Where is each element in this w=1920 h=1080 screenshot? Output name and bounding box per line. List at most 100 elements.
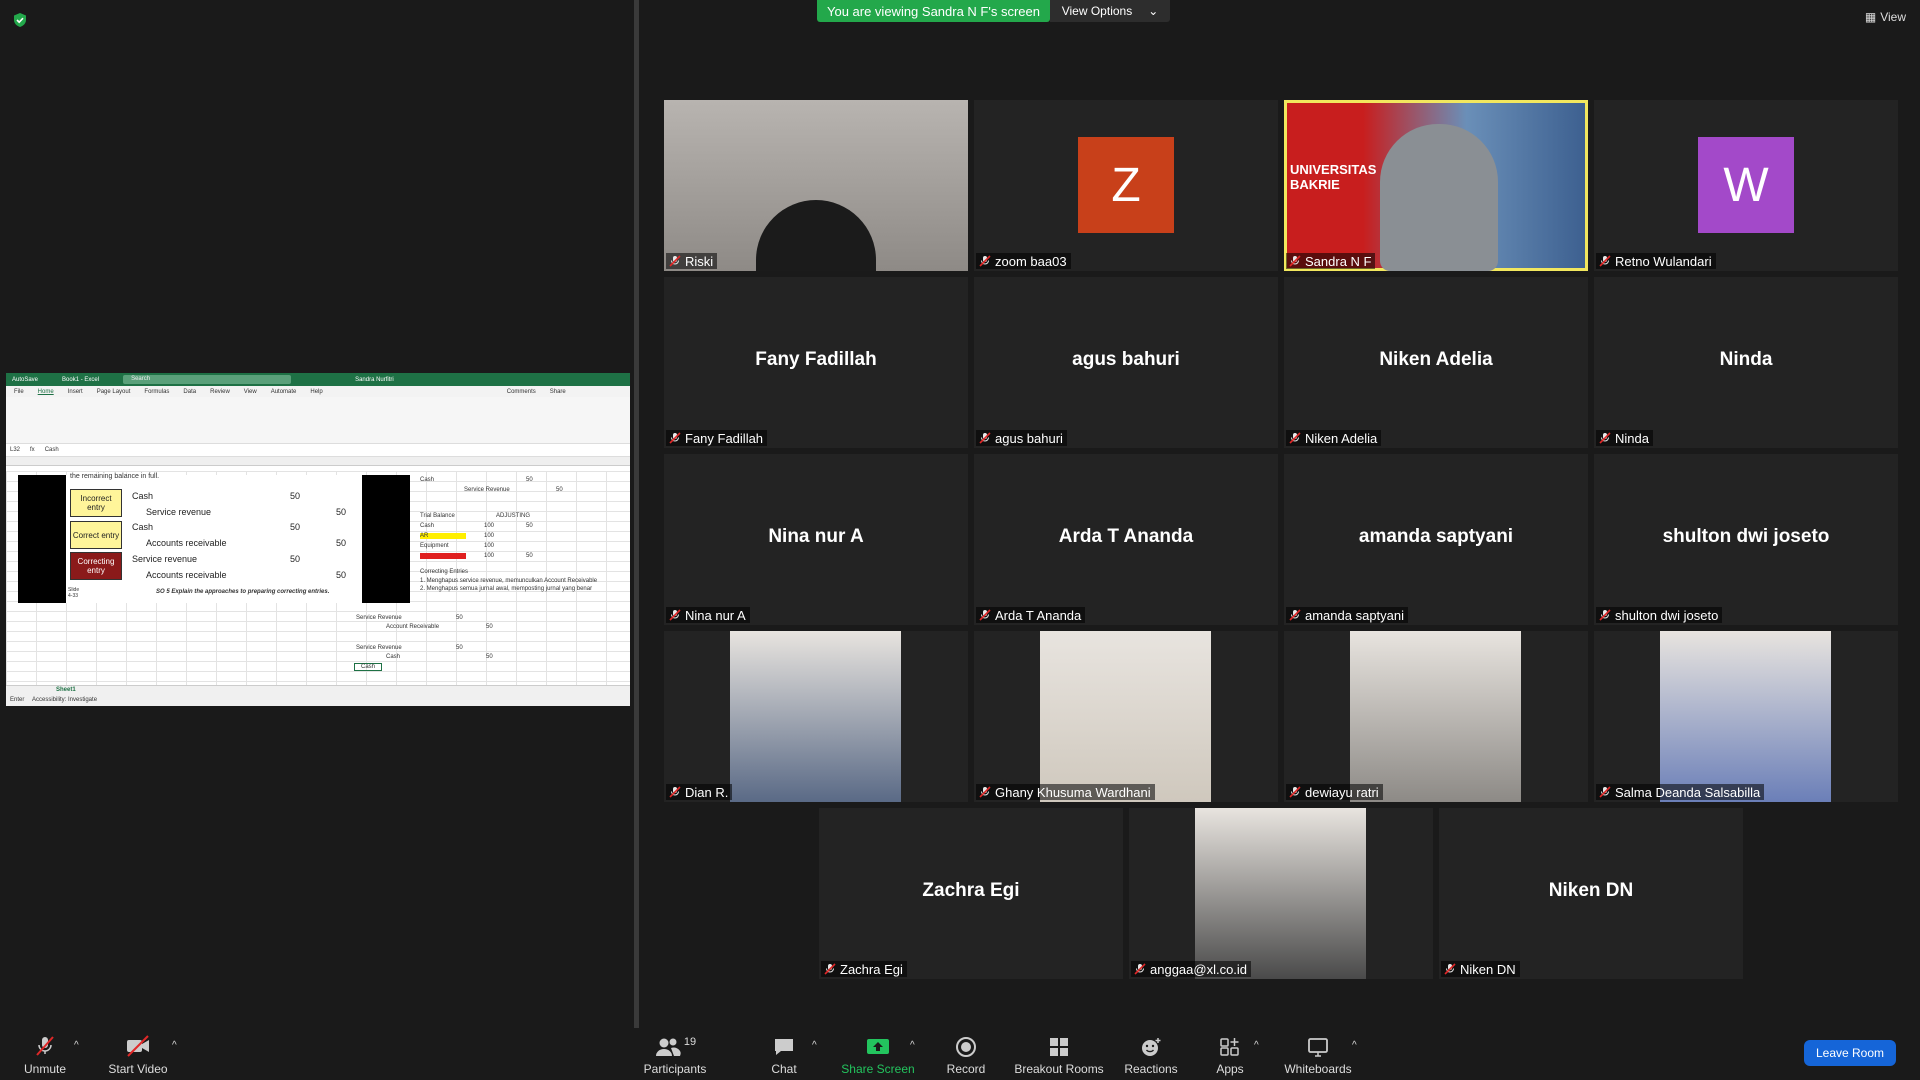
participant-tile[interactable]: UNIVERSITAS BAKRIE Sandra N F — [1284, 100, 1588, 271]
autosave-label: AutoSave — [12, 376, 39, 383]
participant-tile[interactable]: Nina nur A Nina nur A — [664, 454, 968, 625]
entry-debit: 50 — [290, 554, 301, 564]
excel-status-bar: Sheet1 Enter Accessibility: Investigate — [6, 685, 630, 706]
unmute-label: Unmute — [23, 1062, 67, 1076]
menu-view[interactable]: View — [244, 389, 257, 395]
meeting-toolbar: Unmute ^ Start Video ^ 19 Participants C… — [0, 1028, 1920, 1080]
participant-tile[interactable]: Dian R. — [664, 631, 968, 802]
formula-bar[interactable]: L32 fx Cash — [6, 444, 630, 457]
lower-cell-val: 50 — [486, 654, 493, 660]
participant-tile[interactable]: Riski — [664, 100, 968, 271]
chat-button[interactable]: Chat — [764, 1028, 804, 1080]
formula-content[interactable]: Cash — [45, 447, 59, 453]
participant-tile[interactable]: shulton dwi joseto shulton dwi joseto — [1594, 454, 1898, 625]
start-video-button[interactable]: Start Video — [106, 1028, 170, 1080]
menu-data[interactable]: Data — [183, 389, 196, 395]
slide-top-text: the remaining balance in full. — [70, 473, 160, 480]
apps-button[interactable]: Apps — [1212, 1028, 1248, 1080]
lower-cell-label: Account Receivable — [386, 624, 440, 630]
participant-name-tag: Ninda — [1596, 430, 1653, 446]
participant-tile[interactable]: agus bahuri agus bahuri — [974, 277, 1278, 448]
record-label: Record — [946, 1062, 986, 1076]
shared-screen[interactable]: AutoSave Book1 - Excel Search Sandra Nur… — [6, 373, 630, 706]
participant-name-tag: Arda T Ananda — [976, 607, 1086, 623]
tb-val: 100 — [484, 523, 495, 529]
entry-credit: 50 — [336, 507, 347, 517]
lower-cell-val: 50 — [456, 645, 463, 651]
participant-display-name: Nina nur A — [768, 526, 864, 547]
participants-icon — [655, 1038, 681, 1056]
chat-caret-icon[interactable]: ^ — [812, 1040, 817, 1051]
excel-search-box[interactable]: Search — [123, 375, 292, 384]
participant-name-tag: Sandra N F — [1286, 253, 1376, 269]
menu-formulas[interactable]: Formulas — [144, 389, 169, 395]
participant-tile[interactable]: W Retno Wulandari — [1594, 100, 1898, 271]
mic-muted-icon — [36, 1036, 54, 1056]
participant-name-tag: Retno Wulandari — [1596, 253, 1716, 269]
accessibility-status[interactable]: Accessibility: Investigate — [32, 697, 97, 703]
apps-caret-icon[interactable]: ^ — [1254, 1040, 1259, 1051]
participant-tile[interactable]: amanda saptyani amanda saptyani — [1284, 454, 1588, 625]
participant-tile[interactable]: Zzoom baa03 — [974, 100, 1278, 271]
participant-photo — [1195, 808, 1366, 979]
menu-insert[interactable]: Insert — [68, 389, 83, 395]
menu-review[interactable]: Review — [210, 389, 230, 395]
security-shield-icon[interactable] — [12, 12, 28, 28]
menu-file[interactable]: File — [14, 389, 24, 395]
mic-muted-icon — [669, 609, 681, 621]
participant-tile[interactable]: dewiayu ratri — [1284, 631, 1588, 802]
unmute-button[interactable]: Unmute — [20, 1028, 70, 1080]
entry-debit: 50 — [290, 491, 301, 501]
participant-name-tag: Niken Adelia — [1286, 430, 1382, 446]
participant-tile[interactable]: Zachra Egi Zachra Egi — [819, 808, 1123, 979]
breakout-rooms-button[interactable]: Breakout Rooms — [1012, 1028, 1106, 1080]
menu-help[interactable]: Help — [310, 389, 322, 395]
participant-photo — [1040, 631, 1211, 802]
whiteboards-caret-icon[interactable]: ^ — [1352, 1040, 1357, 1051]
participant-name-tag: Riski — [666, 253, 718, 269]
video-caret-icon[interactable]: ^ — [172, 1040, 177, 1051]
entry-credit: 50 — [336, 570, 347, 580]
excel-title-bar: AutoSave Book1 - Excel Search Sandra Nur… — [6, 373, 630, 386]
participant-display-name: shulton dwi joseto — [1662, 526, 1830, 547]
lower-cell-label: Service Revenue — [356, 615, 402, 621]
cell-cash-val: 50 — [526, 477, 533, 483]
video-off-icon — [127, 1035, 149, 1057]
menu-home[interactable]: Home — [38, 389, 54, 395]
participant-tile[interactable]: Ghany Khusuma Wardhani — [974, 631, 1278, 802]
participant-tile[interactable]: Niken DN Niken DN — [1439, 808, 1743, 979]
whiteboards-button[interactable]: Whiteboards — [1282, 1028, 1354, 1080]
cell-service-revenue: Service Revenue — [464, 487, 510, 493]
sheet-tab[interactable]: Sheet1 — [56, 687, 76, 693]
audio-caret-icon[interactable]: ^ — [74, 1040, 79, 1051]
mic-muted-icon — [1599, 432, 1611, 444]
name-box[interactable]: L32 — [10, 447, 20, 453]
view-options-button[interactable]: View Options ⌄ — [1050, 0, 1170, 22]
participant-tile[interactable]: Fany Fadillah Fany Fadillah — [664, 277, 968, 448]
comments-button[interactable]: Comments — [507, 389, 536, 395]
participants-button[interactable]: 19 Participants — [640, 1028, 710, 1080]
participant-tile[interactable]: Salma Deanda Salsabilla — [1594, 631, 1898, 802]
participant-display-name: Arda T Ananda — [1058, 526, 1194, 547]
menu-page-layout[interactable]: Page Layout — [97, 389, 131, 395]
participant-tile[interactable]: Arda T Ananda Arda T Ananda — [974, 454, 1278, 625]
mic-muted-icon — [669, 432, 681, 444]
active-cell[interactable]: Cash — [354, 663, 383, 671]
share-button[interactable]: Share — [550, 389, 566, 395]
share-caret-icon[interactable]: ^ — [910, 1040, 915, 1051]
reactions-button[interactable]: Reactions — [1124, 1028, 1178, 1080]
mic-muted-icon — [1289, 255, 1301, 267]
participant-tile[interactable]: Ninda Ninda — [1594, 277, 1898, 448]
whiteboard-icon — [1308, 1038, 1328, 1057]
participant-tile[interactable]: anggaa@xl.co.id — [1129, 808, 1433, 979]
split-divider[interactable] — [634, 0, 639, 1028]
menu-automate[interactable]: Automate — [271, 389, 297, 395]
leave-room-button[interactable]: Leave Room — [1804, 1040, 1896, 1066]
tb-label: Cash — [420, 523, 435, 529]
participant-tile[interactable]: Niken Adelia Niken Adelia — [1284, 277, 1588, 448]
record-button[interactable]: Record — [944, 1028, 988, 1080]
share-screen-button[interactable]: Share Screen — [838, 1028, 918, 1080]
participant-display-name: Fany Fadillah — [755, 349, 877, 370]
participant-name: Nina nur A — [685, 607, 746, 623]
view-button[interactable]: ▦ View — [1865, 10, 1906, 24]
